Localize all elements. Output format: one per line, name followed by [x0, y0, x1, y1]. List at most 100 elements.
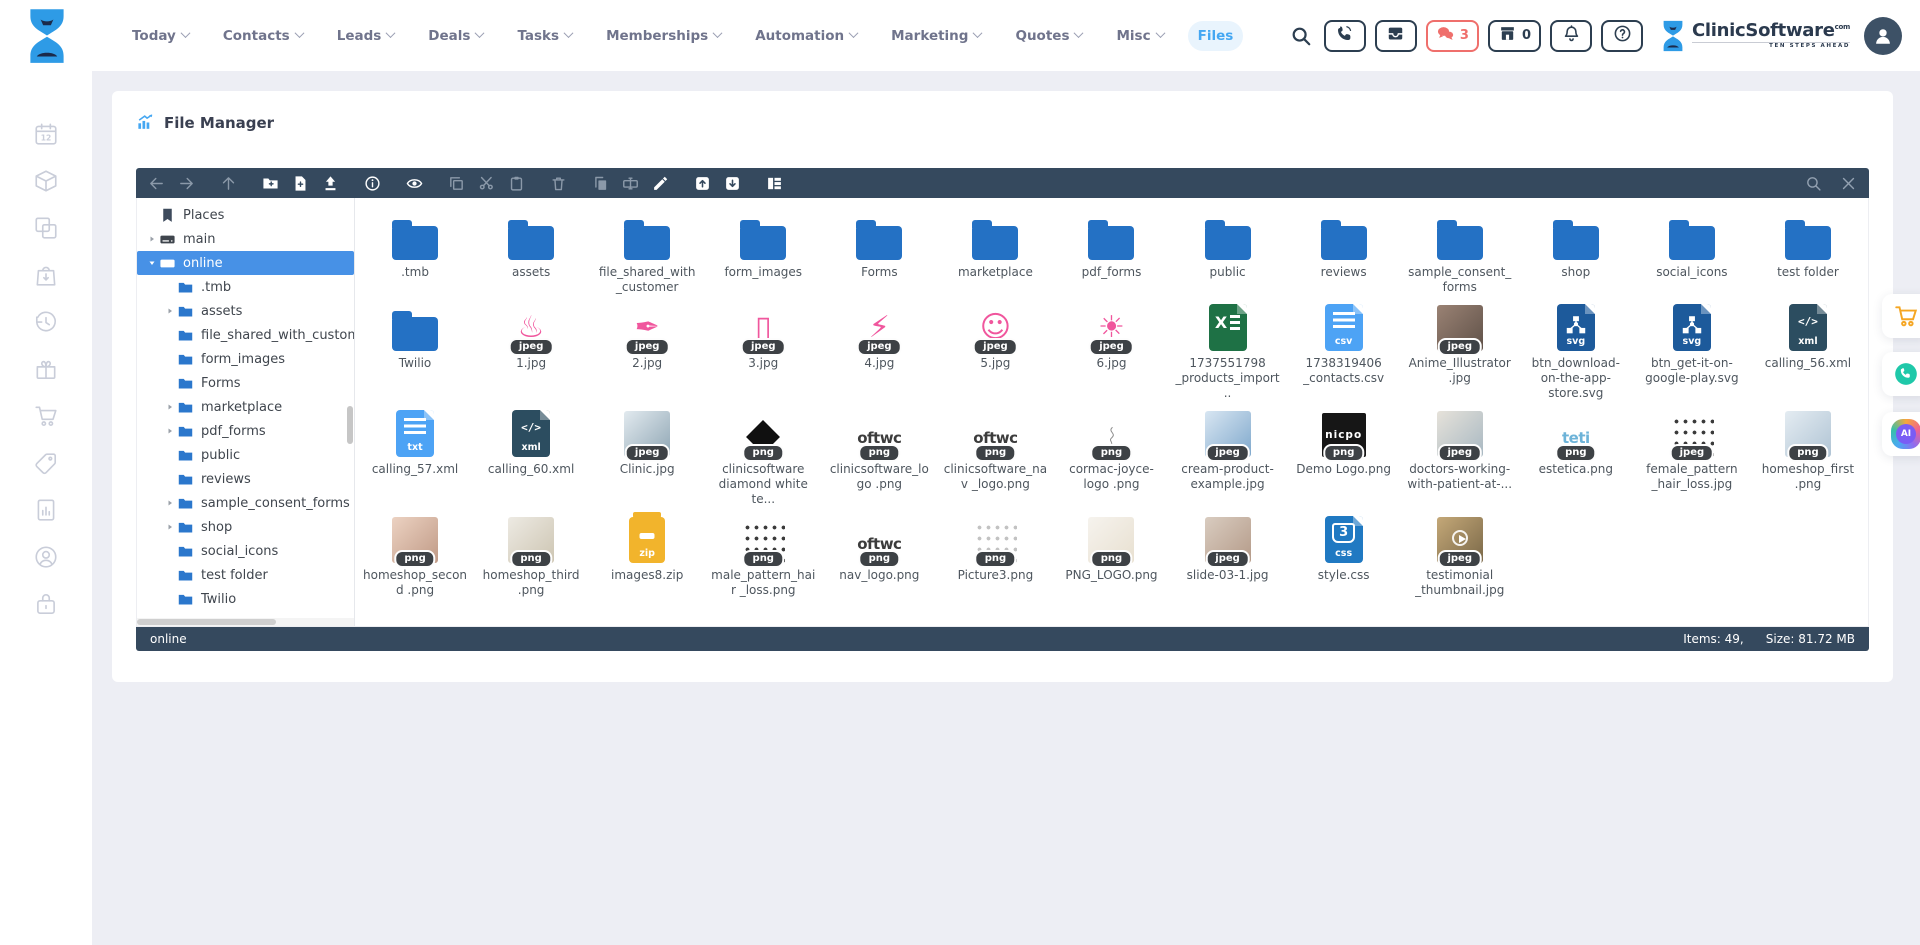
- sidebar-icon-duplicates[interactable]: [33, 215, 59, 241]
- brand-logo[interactable]: ClinicSoftwarecom TEN STEPS AHEAD: [1660, 20, 1850, 52]
- sidebar-icon-products[interactable]: [33, 168, 59, 194]
- grid-item-female-pattern-hair-loss-jpg[interactable]: jpeg female_pattern _hair_loss.jpg: [1634, 401, 1750, 507]
- sidebar-icon-vouchers[interactable]: [33, 450, 59, 476]
- nav-item-leads[interactable]: Leads: [327, 21, 405, 51]
- sidebar-icon-reports[interactable]: [33, 497, 59, 523]
- grid-item-tmb[interactable]: .tmb: [357, 204, 473, 295]
- sidebar-icon-calendar[interactable]: 12: [33, 121, 59, 147]
- nav-item-memberships[interactable]: Memberships: [596, 21, 731, 51]
- nav-item-today[interactable]: Today: [122, 21, 199, 51]
- grid-item-anime-illustrator-jpg[interactable]: jpeg Anime_Illustrator .jpg: [1402, 295, 1518, 401]
- grid-item-marketplace[interactable]: marketplace: [937, 204, 1053, 295]
- toolbar-icon-new-file[interactable]: [292, 175, 309, 192]
- nav-item-misc[interactable]: Misc: [1106, 21, 1173, 51]
- tree-item-twilio[interactable]: Twilio: [137, 587, 354, 611]
- grid-item-shop[interactable]: shop: [1518, 204, 1634, 295]
- grid-item-twilio[interactable]: Twilio: [357, 295, 473, 401]
- tree-expander[interactable]: [145, 259, 158, 267]
- toolbar-icon-preview[interactable]: [406, 175, 423, 192]
- grid-item-assets[interactable]: assets: [473, 204, 589, 295]
- action-button-help[interactable]: [1601, 20, 1643, 52]
- grid-item-calling-57-xml[interactable]: txt calling_57.xml: [357, 401, 473, 507]
- toolbar-icon-close[interactable]: [1840, 175, 1857, 192]
- grid-item-6-jpg[interactable]: ☀jpeg 6.jpg: [1053, 295, 1169, 401]
- grid-item-png-logo-png[interactable]: png PNG_LOGO.png: [1053, 507, 1169, 598]
- toolbar-icon-new-folder[interactable]: [262, 175, 279, 192]
- tree-item-sample-consent-forms[interactable]: sample_consent_forms: [137, 491, 354, 515]
- toolbar-icon-upload[interactable]: [322, 175, 339, 192]
- grid-item-4-jpg[interactable]: ⚡jpeg 4.jpg: [821, 295, 937, 401]
- tree-item-tmb[interactable]: .tmb: [137, 275, 354, 299]
- toolbar-icon-view[interactable]: [766, 175, 783, 192]
- tree-item-reviews[interactable]: reviews: [137, 467, 354, 491]
- toolbar-icon-rename[interactable]: [622, 175, 639, 192]
- grid-item-btn-download-on-the-app-store-svg[interactable]: svg btn_download-on-the-app-store.svg: [1518, 295, 1634, 401]
- grid-item-nav-logo-png[interactable]: oftwcpng nav_logo.png: [821, 507, 937, 598]
- grid-item-public[interactable]: public: [1170, 204, 1286, 295]
- tree-item-forms[interactable]: Forms: [137, 371, 354, 395]
- grid-item-1737551798-products-import[interactable]: X 1737551798 _products_import..: [1170, 295, 1286, 401]
- nav-item-quotes[interactable]: Quotes: [1005, 21, 1092, 51]
- tree-horizontal-scrollbar[interactable]: [137, 618, 354, 626]
- nav-item-marketing[interactable]: Marketing: [881, 21, 991, 51]
- search-icon[interactable]: [1290, 25, 1312, 47]
- grid-item-file-shared-with-customer[interactable]: file_shared_with _customer: [589, 204, 705, 295]
- sidebar-icon-account[interactable]: [33, 544, 59, 570]
- tree-expander[interactable]: [163, 523, 176, 531]
- tree-item-form-images[interactable]: form_images: [137, 347, 354, 371]
- grid-item-cream-product-example-jpg[interactable]: jpeg cream-product-example.jpg: [1170, 401, 1286, 507]
- grid-item-1738319406-contacts-csv[interactable]: csv 1738319406 _contacts.csv: [1286, 295, 1402, 401]
- grid-item-form-images[interactable]: form_images: [705, 204, 821, 295]
- action-button-chats[interactable]: 3: [1426, 20, 1479, 52]
- action-button-phone[interactable]: [1324, 20, 1366, 52]
- toolbar-icon-forward[interactable]: [178, 175, 195, 192]
- action-button-shop[interactable]: 0: [1488, 20, 1541, 52]
- toolbar-icon-delete[interactable]: [550, 175, 567, 192]
- tree-item-file-shared-with-customer[interactable]: file_shared_with_customer: [137, 323, 354, 347]
- toolbar-icon-back[interactable]: [148, 175, 165, 192]
- grid-item-clinic-jpg[interactable]: jpeg Clinic.jpg: [589, 401, 705, 507]
- grid-item-slide-03-1-jpg[interactable]: jpeg slide-03-1.jpg: [1170, 507, 1286, 598]
- grid-item-doctors-working-with-patient-at[interactable]: jpeg doctors-working-with-patient-at-...: [1402, 401, 1518, 507]
- toolbar-icon-archive[interactable]: [694, 175, 711, 192]
- toolbar-icon-edit[interactable]: [652, 175, 669, 192]
- grid-item-male-pattern-hair-loss-png[interactable]: png male_pattern_hair _loss.png: [705, 507, 821, 598]
- grid-item-demo-logo-png[interactable]: nicpopng Demo Logo.png: [1286, 401, 1402, 507]
- toolbar-icon-search[interactable]: [1805, 175, 1822, 192]
- grid-item-pdf-forms[interactable]: pdf_forms: [1053, 204, 1169, 295]
- tree-item-assets[interactable]: assets: [137, 299, 354, 323]
- tree-expander[interactable]: [145, 235, 158, 243]
- grid-item-test-folder[interactable]: test folder: [1750, 204, 1866, 295]
- grid-item-5-jpg[interactable]: ☺jpeg 5.jpg: [937, 295, 1053, 401]
- nav-item-files[interactable]: Files: [1188, 21, 1244, 51]
- grid-item-forms[interactable]: Forms: [821, 204, 937, 295]
- toolbar-icon-duplicate[interactable]: [592, 175, 609, 192]
- floating-cart-button[interactable]: [1882, 294, 1920, 338]
- grid-item-calling-56-xml[interactable]: </>xml calling_56.xml: [1750, 295, 1866, 401]
- sidebar-icon-security[interactable]: [33, 591, 59, 617]
- nav-item-tasks[interactable]: Tasks: [507, 21, 582, 51]
- sidebar-icon-cart[interactable]: [33, 403, 59, 429]
- tree-item-places[interactable]: Places: [137, 203, 354, 227]
- toolbar-icon-cut[interactable]: [478, 175, 495, 192]
- tree-item-online[interactable]: online: [137, 251, 354, 275]
- toolbar-icon-copy[interactable]: [448, 175, 465, 192]
- grid-item-clinicsoftware-logo-png[interactable]: oftwcpng clinicsoftware_logo .png: [821, 401, 937, 507]
- sidebar-icon-orders[interactable]: [33, 262, 59, 288]
- grid-item-testimonial-thumbnail-jpg[interactable]: jpeg testimonial _thumbnail.jpg: [1402, 507, 1518, 598]
- tree-expander[interactable]: [163, 499, 176, 507]
- user-avatar[interactable]: [1864, 17, 1902, 55]
- grid-item-social-icons[interactable]: social_icons: [1634, 204, 1750, 295]
- nav-item-contacts[interactable]: Contacts: [213, 21, 313, 51]
- tree-item-test-folder[interactable]: test folder: [137, 563, 354, 587]
- grid-item-homeshop-third-png[interactable]: png homeshop_third .png: [473, 507, 589, 598]
- grid-item-homeshop-second-png[interactable]: png homeshop_second .png: [357, 507, 473, 598]
- tree-expander[interactable]: [163, 427, 176, 435]
- tree-expander[interactable]: [163, 307, 176, 315]
- floating-ai-button[interactable]: AI: [1882, 412, 1920, 456]
- tree-expander[interactable]: [163, 403, 176, 411]
- grid-item-sample-consent-forms[interactable]: sample_consent_ forms: [1402, 204, 1518, 295]
- sidebar-icon-history[interactable]: [33, 309, 59, 335]
- grid-item-estetica-png[interactable]: tetipng estetica.png: [1518, 401, 1634, 507]
- tree-item-main[interactable]: main: [137, 227, 354, 251]
